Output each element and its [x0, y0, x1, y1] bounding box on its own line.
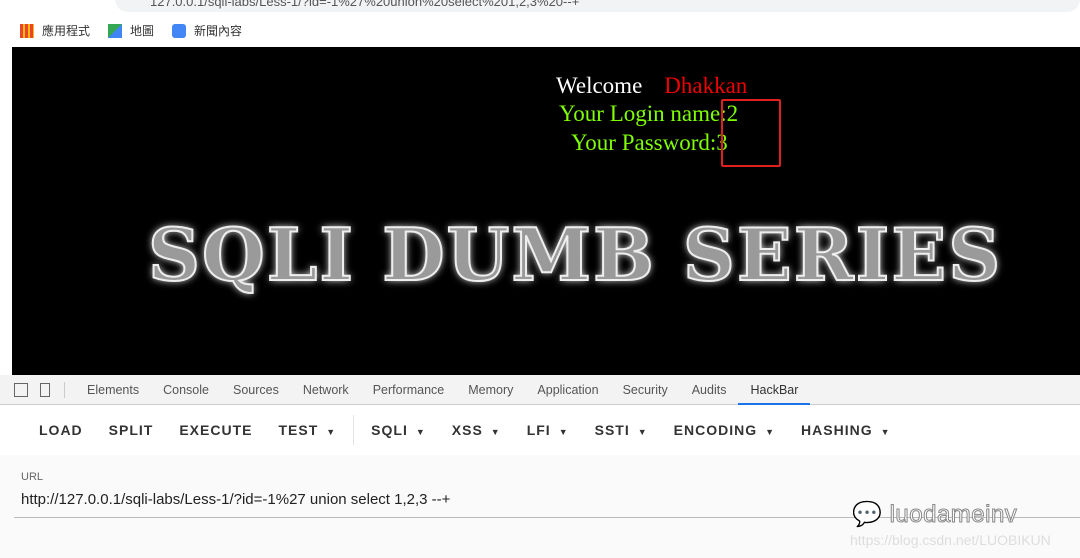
watermark-url: https://blog.csdn.net/LUOBIKUN: [850, 532, 1051, 548]
tab-security[interactable]: Security: [611, 375, 680, 405]
caret-down-icon: ▼: [326, 427, 337, 437]
test-dropdown[interactable]: TEST ▼: [265, 422, 349, 438]
highlight-box: [721, 99, 781, 167]
execute-button[interactable]: EXECUTE: [166, 422, 265, 438]
hashing-dropdown[interactable]: HASHING ▼: [788, 422, 903, 438]
url-label: URL: [21, 471, 44, 483]
tab-console[interactable]: Console: [151, 375, 221, 405]
divider: [64, 381, 65, 398]
button-label: LOAD: [39, 422, 83, 438]
address-text[interactable]: 127.0.0.1/sqli-labs/Less-1/?id=-1%27%20u…: [150, 0, 579, 9]
bookmark-news[interactable]: 新聞內容: [172, 22, 242, 39]
load-button[interactable]: LOAD: [26, 422, 96, 438]
device-toolbar-icon[interactable]: [40, 382, 50, 397]
caret-down-icon: ▼: [558, 427, 569, 437]
maps-icon: [108, 24, 123, 39]
button-label: SQLI: [371, 422, 408, 438]
web-page: [12, 47, 1080, 375]
user-name: Dhakkan: [664, 73, 748, 98]
watermark-text: luodameinv: [889, 501, 1018, 529]
button-label: TEST: [278, 422, 319, 438]
caret-down-icon: ▼: [637, 427, 648, 437]
xss-dropdown[interactable]: XSS ▼: [439, 422, 514, 438]
login-name: Your Login name:2: [559, 101, 739, 126]
tab-sources[interactable]: Sources: [221, 375, 291, 405]
banner-logo: SQLI DUMB SERIES: [147, 211, 1003, 298]
bookmark-label: 地圖: [130, 23, 155, 38]
tab-hackbar[interactable]: HackBar: [738, 375, 811, 405]
caret-down-icon: ▼: [765, 427, 776, 437]
tab-network[interactable]: Network: [291, 375, 361, 405]
button-label: ENCODING: [673, 422, 758, 438]
button-label: HASHING: [801, 422, 873, 438]
tab-application[interactable]: Application: [525, 375, 610, 405]
tab-elements[interactable]: Elements: [75, 375, 151, 405]
tab-memory[interactable]: Memory: [456, 375, 525, 405]
watermark: 💬 luodameinv: [852, 500, 1018, 529]
tab-performance[interactable]: Performance: [361, 375, 457, 405]
tab-audits[interactable]: Audits: [680, 375, 739, 405]
bookmark-maps[interactable]: 地圖: [108, 22, 154, 39]
hackbar-toolbar: LOAD SPLIT EXECUTE TEST ▼ SQLI ▼ XSS ▼ LFI ▼…: [0, 405, 1080, 455]
button-label: SPLIT: [108, 422, 154, 438]
caret-down-icon: ▼: [415, 427, 426, 437]
news-icon: [172, 24, 187, 39]
bookmark-label: 新聞內容: [194, 23, 243, 38]
password: Your Password:3: [571, 130, 728, 155]
sqli-dropdown[interactable]: SQLI ▼: [358, 422, 439, 438]
button-label: XSS: [451, 422, 483, 438]
bookmark-apps[interactable]: 應用程式: [20, 22, 90, 39]
welcome-label: Welcome: [556, 73, 643, 98]
button-label: EXECUTE: [179, 422, 253, 438]
bookmarks-bar: 應用程式 地圖 新聞內容: [0, 15, 242, 45]
split-button[interactable]: SPLIT: [96, 422, 167, 438]
divider: [353, 415, 355, 445]
button-label: LFI: [526, 422, 551, 438]
welcome-text: Welcome Dhakkan: [556, 73, 747, 99]
apps-grid-icon: [20, 24, 34, 39]
url-input[interactable]: http://127.0.0.1/sqli-labs/Less-1/?id=-1…: [21, 491, 450, 508]
bookmark-label: 應用程式: [42, 23, 91, 38]
encoding-dropdown[interactable]: ENCODING ▼: [661, 422, 788, 438]
address-bar[interactable]: 127.0.0.1/sqli-labs/Less-1/?id=-1%27%20u…: [0, 0, 1080, 12]
caret-down-icon: ▼: [490, 427, 501, 437]
inspect-icon[interactable]: [14, 382, 28, 397]
caret-down-icon: ▼: [880, 427, 891, 437]
lfi-dropdown[interactable]: LFI ▼: [514, 422, 582, 438]
button-label: SSTI: [594, 422, 630, 438]
devtools-tabbar: Elements Console Sources Network Perform…: [0, 375, 1080, 405]
ssti-dropdown[interactable]: SSTI ▼: [582, 422, 661, 438]
wechat-icon: 💬: [852, 501, 890, 529]
